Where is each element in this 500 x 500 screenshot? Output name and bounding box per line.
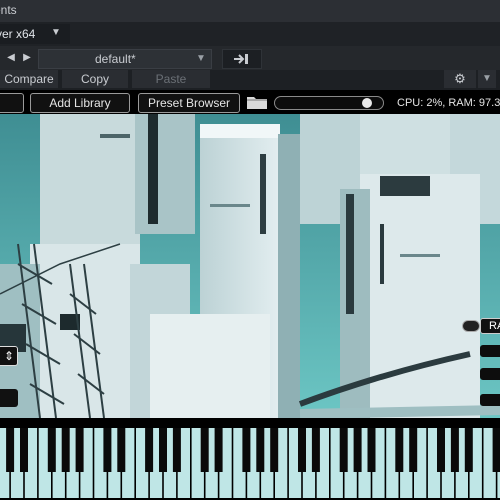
ram-button[interactable]: RA [480,318,500,334]
preset-browser-button[interactable]: Preset Browser [138,93,240,113]
right-control-3[interactable] [480,394,500,406]
black-key[interactable] [450,428,459,472]
black-key[interactable] [172,428,181,472]
folder-icon[interactable] [246,94,268,110]
up-down-arrows-icon[interactable]: ⇕ [0,346,18,366]
black-key[interactable] [6,428,15,472]
black-key[interactable] [339,428,348,472]
black-key[interactable] [75,428,84,472]
arrow-into-bar-icon [234,54,248,64]
gear-icon[interactable]: ⚙ [444,70,476,88]
black-key[interactable] [242,428,251,472]
compare-button[interactable]: Compare [0,70,58,88]
black-key[interactable] [353,428,362,472]
black-key[interactable] [464,428,473,472]
black-key[interactable] [214,428,223,472]
black-key[interactable] [61,428,70,472]
black-key[interactable] [298,428,306,472]
next-preset-icon[interactable]: ▶ [18,49,36,67]
menu-button[interactable] [0,93,24,113]
black-key[interactable] [117,428,126,472]
copy-button[interactable]: Copy [62,70,128,88]
chevron-down-icon: ▼ [51,27,61,38]
right-control-2[interactable] [480,368,500,380]
black-key[interactable] [409,428,418,472]
black-key[interactable] [437,428,445,472]
background-artwork [0,114,500,418]
black-key[interactable] [256,428,265,472]
paste-button[interactable]: Paste [132,70,210,88]
black-key[interactable] [270,428,279,472]
black-key[interactable] [20,428,28,472]
plugin-instance-selector[interactable]: yer x64 ▼ [0,24,70,44]
chevron-down-icon: ▼ [196,53,206,64]
right-control-1[interactable] [480,345,500,357]
chevron-down-icon[interactable]: ▼ [478,70,496,88]
plugin-instance-label: yer x64 [0,27,36,41]
host-plugin-row [0,22,500,46]
black-key[interactable] [367,428,376,472]
piano-keyboard[interactable] [0,418,500,500]
load-preset-button[interactable] [222,49,262,69]
black-key[interactable] [311,428,320,472]
cpu-ram-status: CPU: 2%, RAM: 97.3M [397,97,500,109]
black-key[interactable] [492,428,500,472]
preset-dropdown[interactable]: default* ▼ [38,49,212,69]
eye-icon[interactable] [462,320,480,332]
preset-name: default* [95,52,136,66]
black-key[interactable] [103,428,112,472]
window-title: ents [0,3,17,17]
host-title-bar: ents [0,0,500,22]
black-key[interactable] [47,428,56,472]
black-key[interactable] [159,428,167,472]
black-key[interactable] [200,428,209,472]
add-library-button[interactable]: Add Library [30,93,130,113]
black-key[interactable] [145,428,154,472]
left-control[interactable] [0,389,18,407]
black-key[interactable] [395,428,404,472]
